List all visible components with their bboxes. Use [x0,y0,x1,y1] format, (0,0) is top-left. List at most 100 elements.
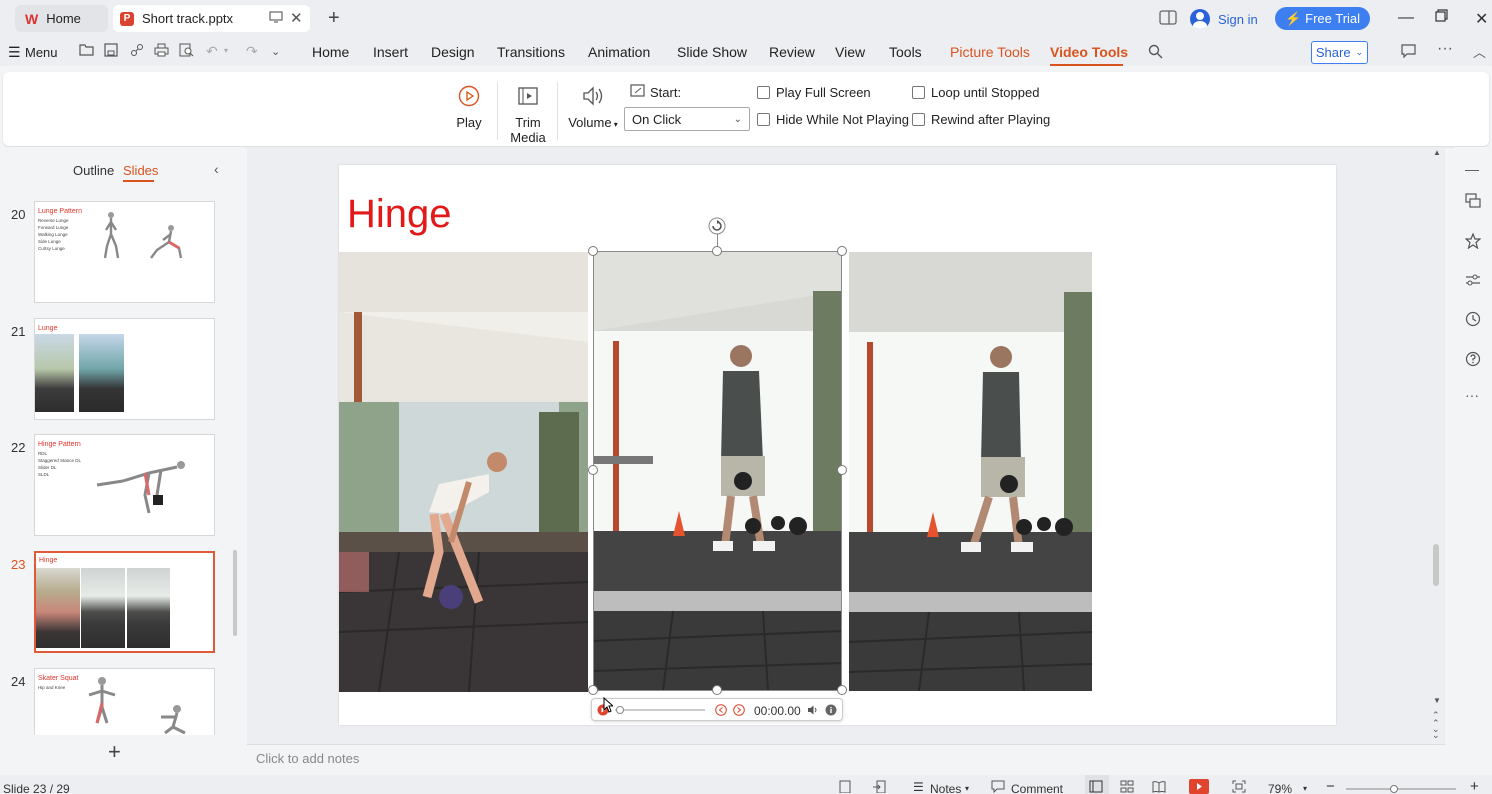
hamburger-icon[interactable]: ☰ [8,44,21,61]
zoom-level[interactable]: 79% [1268,782,1292,794]
menu-video-tools[interactable]: Video Tools [1050,44,1128,60]
redo-icon[interactable]: ↷ [246,43,258,60]
chevron-down-icon[interactable]: ▾ [965,784,969,793]
skip-forward-icon[interactable] [733,704,745,716]
menu-tools[interactable]: Tools [889,44,922,60]
more-quick-access-icon[interactable]: ⌄ [271,45,280,58]
collapse-panel-icon[interactable]: ‹ [214,161,219,177]
fit-to-window-icon[interactable] [1232,780,1246,793]
new-tab-plus-icon[interactable]: + [328,8,340,28]
collapse-ribbon-icon[interactable]: ︿ [1473,42,1486,61]
menu-picture-tools[interactable]: Picture Tools [950,44,1030,60]
zoom-slider-thumb[interactable] [1390,785,1398,793]
menu-home[interactable]: Home [312,44,349,60]
slide-thumbnail-23[interactable]: Hinge [34,551,215,653]
resize-handle-nw[interactable] [588,246,598,256]
collapse-sidebar-icon[interactable]: — [1465,161,1479,177]
start-select[interactable]: On Click ⌄ [624,107,750,131]
scroll-up-arrow-icon[interactable]: ▲ [1433,148,1441,157]
resize-handle-ne[interactable] [837,246,847,256]
zoom-in-icon[interactable]: + [1470,778,1479,794]
menu-insert[interactable]: Insert [373,44,408,60]
video-right[interactable] [849,252,1092,691]
tab-slides[interactable]: Slides [123,163,158,178]
comment-bubble-icon[interactable] [1401,44,1416,58]
slideshow-play-icon[interactable] [1189,779,1209,794]
menu-slide-show[interactable]: Slide Show [677,44,747,60]
menu-animation[interactable]: Animation [588,44,650,60]
slide-sorter-small-icon[interactable] [838,780,852,793]
skip-back-icon[interactable] [715,704,727,716]
zoom-slider-track[interactable] [1346,788,1456,790]
resize-handle-n[interactable] [712,246,722,256]
resize-handle-e[interactable] [837,465,847,475]
notes-pane[interactable]: Click to add notes [247,744,1445,774]
trim-media-button[interactable]: Trim Media [508,85,548,145]
notes-toggle-icon[interactable]: ☰ [913,780,924,794]
reading-mode-icon[interactable] [1159,10,1177,25]
monitor-icon[interactable] [269,11,283,23]
media-volume-icon[interactable] [807,704,819,716]
share-button[interactable]: Share ⌄ [1311,41,1368,64]
minimize-icon[interactable]: — [1398,9,1414,27]
volume-button[interactable]: Volume ▾ [568,85,618,130]
slide-thumbnail-20[interactable]: Lunge Pattern Reverse Lunge Forward Lung… [34,201,215,303]
loop-until-stopped-checkbox[interactable]: Loop until Stopped [912,85,1039,100]
tab-home[interactable]: W Home [15,5,108,32]
print-icon[interactable] [154,43,169,57]
slide-thumbnail-24[interactable]: Skater Squat Hip and Knee [34,668,215,735]
slide-sorter-icon[interactable] [1120,780,1134,793]
resize-handle-w[interactable] [588,465,598,475]
hide-while-not-playing-checkbox[interactable]: Hide While Not Playing [757,112,909,127]
free-trial-button[interactable]: ⚡ Free Trial [1275,7,1370,30]
save-icon[interactable] [104,43,118,57]
properties-sliders-icon[interactable] [1465,272,1481,288]
normal-view-icon[interactable] [1089,780,1103,793]
slide-design-icon[interactable] [1465,193,1481,209]
resize-handle-s[interactable] [712,685,722,695]
media-info-icon[interactable] [825,704,837,716]
menu-button[interactable]: Menu [25,45,58,60]
slide-title[interactable]: Hinge [347,192,452,237]
more-options-icon[interactable]: ··· [1437,40,1453,58]
tab-outline[interactable]: Outline [73,163,114,178]
resize-handle-sw[interactable] [588,685,598,695]
add-slide-plus-icon[interactable]: + [108,741,121,763]
play-button[interactable]: Play [452,85,486,130]
zoom-out-icon[interactable]: − [1326,778,1335,794]
open-folder-icon[interactable] [79,43,94,56]
menu-review[interactable]: Review [769,44,815,60]
more-tools-icon[interactable]: ··· [1465,387,1479,403]
print-preview-icon[interactable] [179,43,194,57]
restore-icon[interactable] [1435,9,1448,22]
share-link-icon[interactable] [130,43,144,57]
menu-view[interactable]: View [835,44,865,60]
comment-toggle[interactable]: Comment [1011,782,1063,794]
media-progress-thumb[interactable] [616,706,624,714]
close-window-icon[interactable]: ✕ [1475,9,1488,29]
slide-thumbnail-21[interactable]: Lunge [34,318,215,420]
reading-view-icon[interactable] [1152,780,1166,793]
sign-in-button[interactable]: Sign in [1190,9,1258,29]
video-left[interactable] [339,252,588,692]
tab-document[interactable]: P Short track.pptx ✕ [113,5,310,32]
undo-dropdown-icon[interactable]: ▾ [224,46,228,55]
history-icon[interactable] [1465,311,1481,327]
resize-handle-se[interactable] [837,685,847,695]
rewind-after-playing-checkbox[interactable]: Rewind after Playing [912,112,1050,127]
media-progress-track[interactable] [615,709,705,711]
menu-transitions[interactable]: Transitions [497,44,565,60]
notes-toggle[interactable]: Notes [930,782,961,794]
slide-scrollbar-thumb[interactable] [1433,544,1439,586]
search-icon[interactable] [1148,44,1163,59]
close-tab-icon[interactable]: ✕ [290,9,303,27]
chevron-down-icon[interactable]: ▾ [1303,784,1307,793]
star-icon[interactable] [1465,233,1481,249]
scroll-down-arrow-icon[interactable]: ▼ [1433,696,1441,705]
play-full-screen-checkbox[interactable]: Play Full Screen [757,85,871,100]
help-icon[interactable] [1465,351,1481,367]
next-slide-icon[interactable]: ⌄ ⌄ [1432,725,1440,740]
rotate-handle-icon[interactable] [708,217,726,235]
slide-thumbnail-22[interactable]: Hinge Pattern RDL Staggered Stance DL Sl… [34,434,215,536]
menu-design[interactable]: Design [431,44,475,60]
